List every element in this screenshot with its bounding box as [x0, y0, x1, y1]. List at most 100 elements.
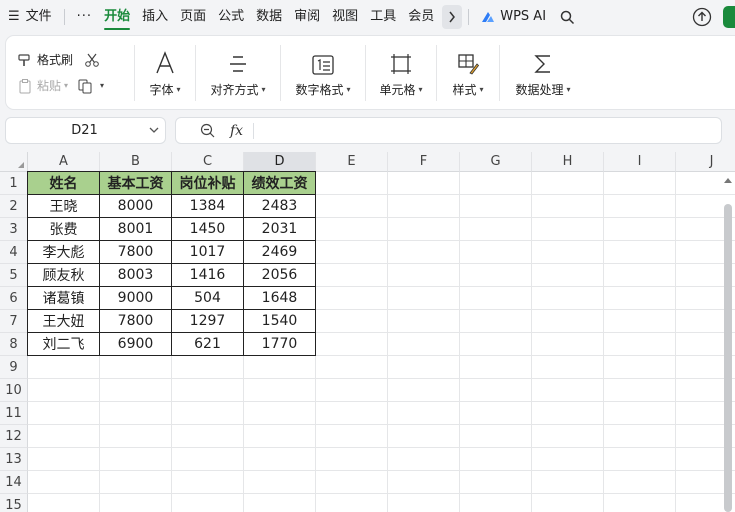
cell-button[interactable]: 单元格 ▾	[366, 36, 436, 109]
table-cell[interactable]: 2031	[244, 218, 316, 241]
table-cell[interactable]: 1450	[172, 218, 244, 241]
tab-data[interactable]: 数据	[250, 0, 288, 34]
column-header-e[interactable]: E	[316, 152, 388, 172]
style-icon	[457, 47, 479, 75]
tab-review[interactable]: 审阅	[288, 0, 326, 34]
table-cell[interactable]: 8001	[100, 218, 172, 241]
table-cell[interactable]: 8000	[100, 195, 172, 218]
column-header-h[interactable]: H	[532, 152, 604, 172]
grid-hline	[28, 401, 735, 402]
table-cell[interactable]: 504	[172, 287, 244, 310]
table-header-cell[interactable]: 姓名	[28, 172, 100, 195]
row-header-7[interactable]: 7	[0, 310, 28, 333]
table-header-cell[interactable]: 绩效工资	[244, 172, 316, 195]
table-cell[interactable]: 8003	[100, 264, 172, 287]
row-header-12[interactable]: 12	[0, 425, 28, 448]
tab-page[interactable]: 页面	[174, 0, 212, 34]
row-header-10[interactable]: 10	[0, 379, 28, 402]
column-header-j[interactable]: J	[676, 152, 735, 172]
row-header-5[interactable]: 5	[0, 264, 28, 287]
column-header-f[interactable]: F	[388, 152, 460, 172]
file-menu[interactable]: ☰ 文件	[0, 0, 58, 34]
chevron-right-icon[interactable]	[442, 5, 463, 29]
table-cell[interactable]: 1540	[244, 310, 316, 333]
row-header-6[interactable]: 6	[0, 287, 28, 310]
table-header-cell[interactable]: 基本工资	[100, 172, 172, 195]
table-cell[interactable]: 1416	[172, 264, 244, 287]
row-header-14[interactable]: 14	[0, 471, 28, 494]
tab-tools[interactable]: 工具	[364, 0, 402, 34]
row-header-8[interactable]: 8	[0, 333, 28, 356]
row-header-9[interactable]: 9	[0, 356, 28, 379]
spreadsheet-grid[interactable]: A B C D E F G H I J 1 2 3 4 5 6 7 8 9 10 11 12 13 14 15 姓名 基本工资 岗位补…	[0, 152, 735, 512]
tab-formula[interactable]: 公式	[212, 0, 250, 34]
column-header-g[interactable]: G	[460, 152, 532, 172]
table-cell[interactable]: 2469	[244, 241, 316, 264]
table-cell[interactable]: 1297	[172, 310, 244, 333]
table-cell[interactable]: 2056	[244, 264, 316, 287]
table-cell[interactable]: 1384	[172, 195, 244, 218]
zoom-icon[interactable]	[200, 123, 216, 138]
table-cell[interactable]: 刘二飞	[28, 333, 100, 356]
share-button[interactable]	[723, 6, 735, 28]
data-process-button[interactable]: 数据处理 ▾	[500, 36, 586, 109]
tab-insert[interactable]: 插入	[136, 0, 174, 34]
chevron-down-icon[interactable]	[143, 125, 165, 136]
table-cell[interactable]: 9000	[100, 287, 172, 310]
table-cell[interactable]: 7800	[100, 310, 172, 333]
table-cell[interactable]: 张费	[28, 218, 100, 241]
table-cell[interactable]: 2483	[244, 195, 316, 218]
style-button[interactable]: 样式 ▾	[437, 36, 499, 109]
column-header-a[interactable]: A	[28, 152, 100, 172]
formula-bar[interactable]: fx	[175, 117, 722, 144]
wps-ai-button[interactable]: WPS AI	[475, 0, 552, 34]
vertical-scrollbar[interactable]	[723, 176, 733, 512]
row-header-3[interactable]: 3	[0, 218, 28, 241]
table-cell[interactable]: 顾友秋	[28, 264, 100, 287]
tab-view[interactable]: 视图	[326, 0, 364, 34]
copy-button[interactable]: ▾	[76, 73, 104, 99]
row-header-1[interactable]: 1	[0, 172, 28, 195]
paste-button[interactable]: 粘贴 ▾	[16, 73, 68, 99]
column-header-b[interactable]: B	[100, 152, 172, 172]
column-header-i[interactable]: I	[604, 152, 676, 172]
more-menu-button[interactable]: ···	[71, 0, 98, 34]
name-box[interactable]: D21	[5, 117, 166, 144]
table-cell[interactable]: 1770	[244, 333, 316, 356]
file-menu-label: 文件	[25, 9, 52, 24]
table-cell[interactable]: 诸葛镇	[28, 287, 100, 310]
format-painter-button[interactable]: 格式刷	[16, 47, 73, 73]
tab-member[interactable]: 会员	[402, 0, 440, 34]
table-cell[interactable]: 6900	[100, 333, 172, 356]
table-cell[interactable]: 621	[172, 333, 244, 356]
align-button[interactable]: 对齐方式 ▾	[196, 36, 280, 109]
table-cell[interactable]: 王大妞	[28, 310, 100, 333]
menu-divider	[468, 9, 470, 25]
column-header-d[interactable]: D	[244, 152, 316, 172]
search-icon[interactable]	[552, 0, 583, 34]
table-cell[interactable]: 王晓	[28, 195, 100, 218]
column-header-c[interactable]: C	[172, 152, 244, 172]
row-header-2[interactable]: 2	[0, 195, 28, 218]
cell-icon	[390, 47, 412, 75]
table-cell[interactable]: 李大彪	[28, 241, 100, 264]
table-cell[interactable]: 1648	[244, 287, 316, 310]
table-cell[interactable]: 1017	[172, 241, 244, 264]
row-header-4[interactable]: 4	[0, 241, 28, 264]
select-all-corner[interactable]	[0, 152, 28, 172]
tab-home[interactable]: 开始	[98, 0, 136, 34]
cut-icon[interactable]	[83, 51, 101, 69]
scroll-up-icon[interactable]	[724, 178, 732, 183]
scrollbar-thumb[interactable]	[724, 204, 732, 512]
cloud-upload-icon[interactable]	[691, 6, 713, 28]
table-header-cell[interactable]: 岗位补贴	[172, 172, 244, 195]
row-header-13[interactable]: 13	[0, 448, 28, 471]
font-button[interactable]: 字体 ▾	[135, 36, 195, 109]
cell-label: 单元格	[379, 83, 416, 97]
table-cell[interactable]: 7800	[100, 241, 172, 264]
chevron-down-icon: ▾	[64, 81, 69, 90]
number-format-button[interactable]: 数字格式 ▾	[281, 36, 365, 109]
row-header-11[interactable]: 11	[0, 402, 28, 425]
row-header-15[interactable]: 15	[0, 494, 28, 512]
fx-icon[interactable]: fx	[230, 123, 243, 139]
